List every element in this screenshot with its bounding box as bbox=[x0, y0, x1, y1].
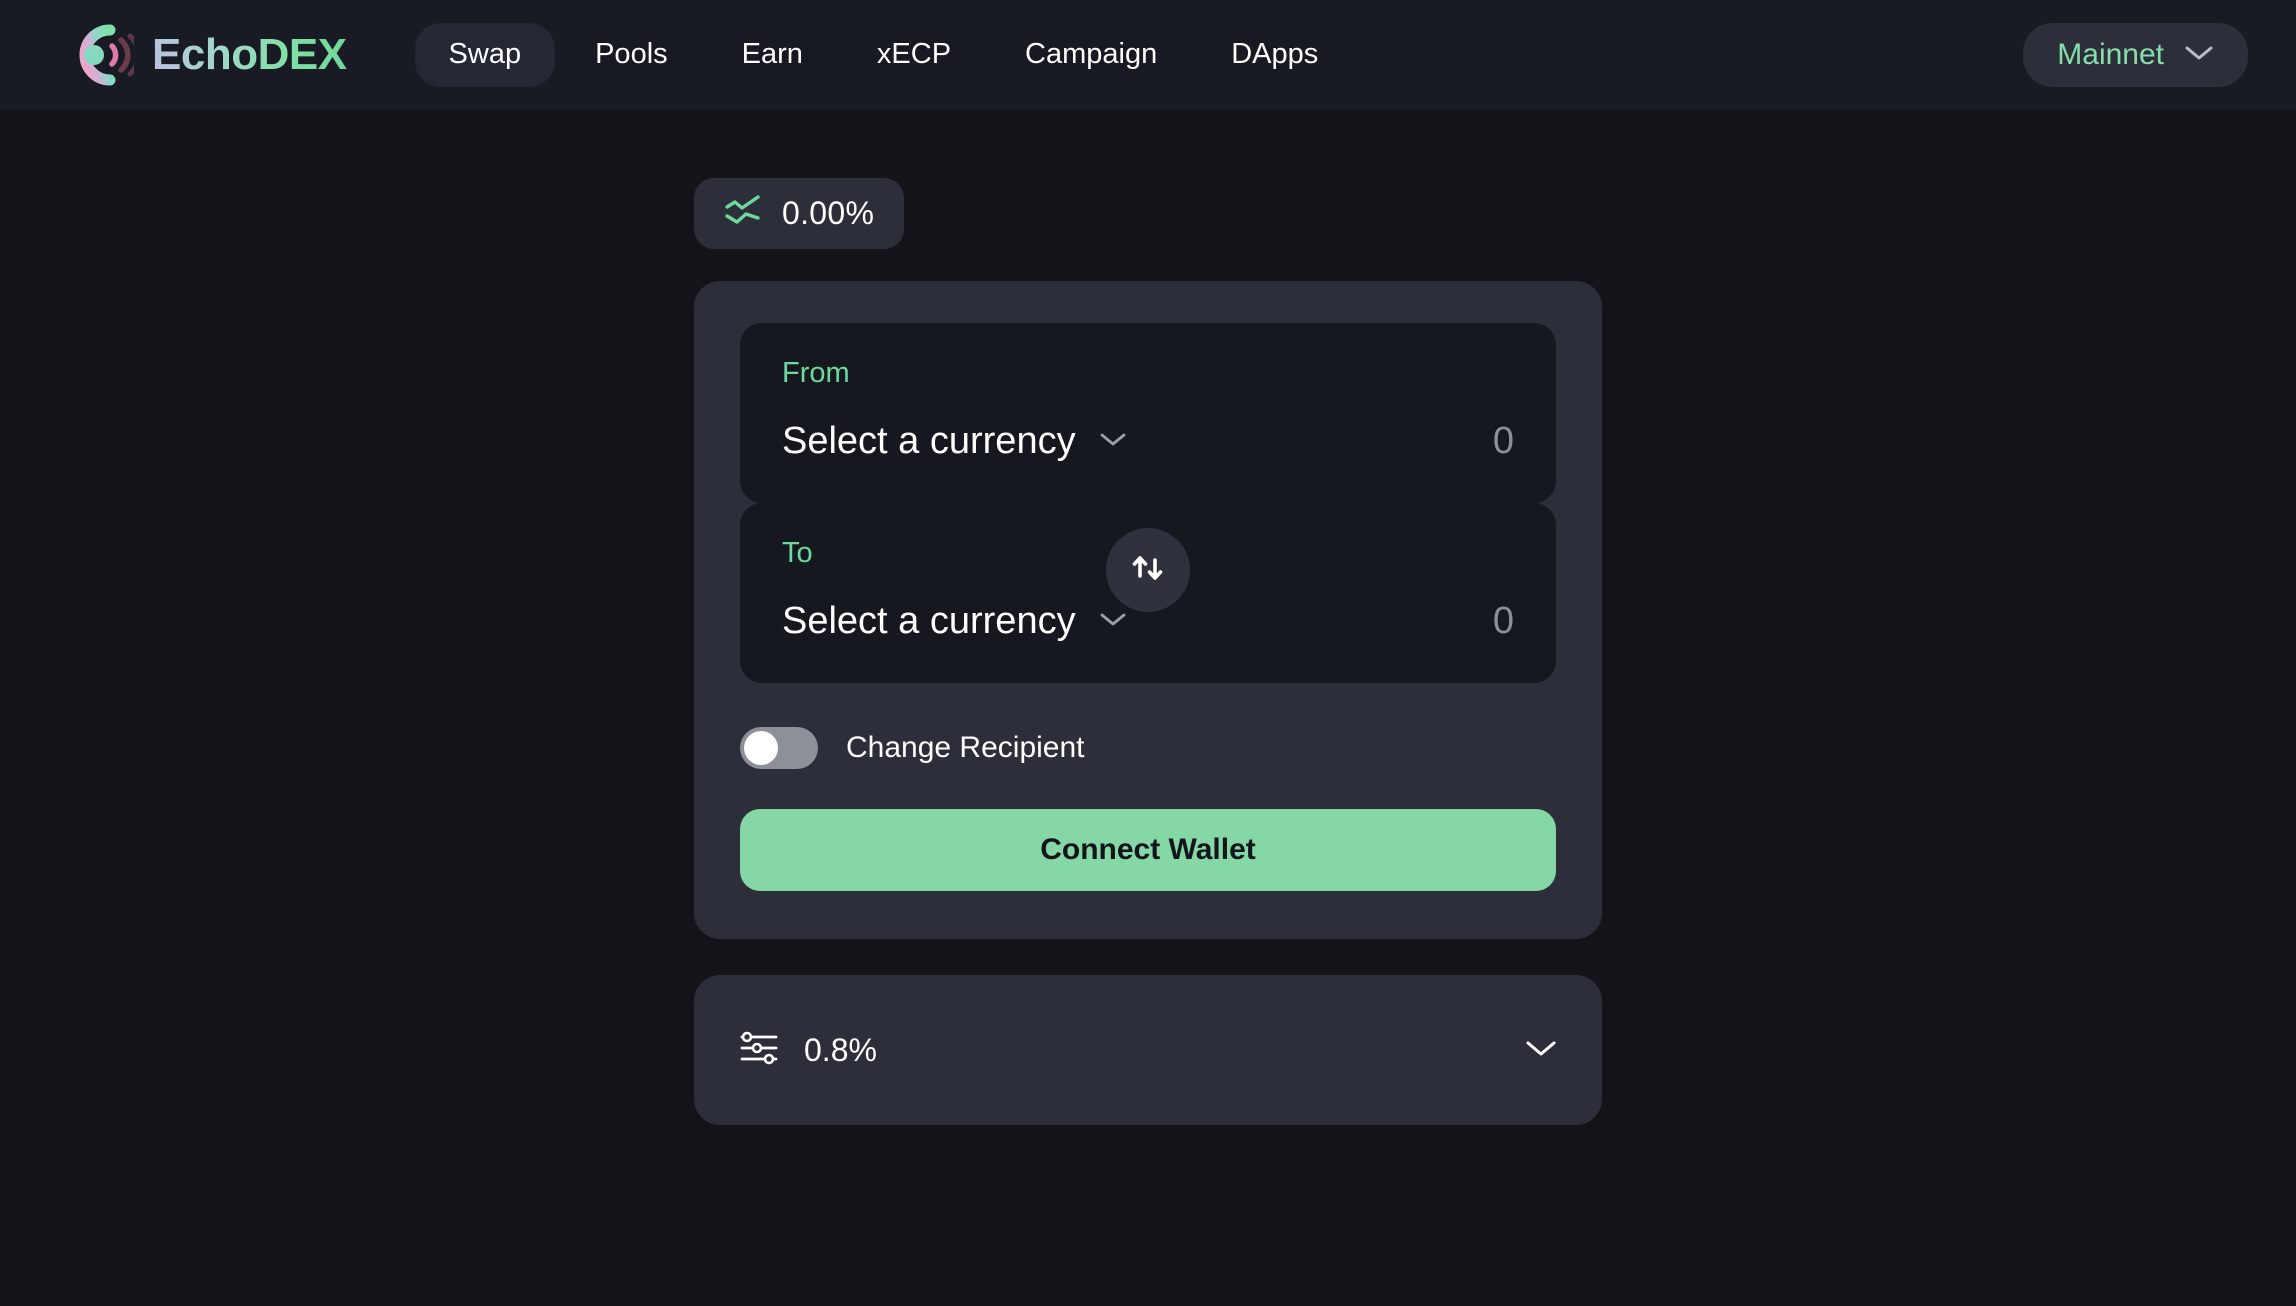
chevron-down-icon bbox=[1098, 430, 1128, 453]
from-amount-input[interactable] bbox=[1174, 420, 1514, 463]
nav-item-swap[interactable]: Swap bbox=[414, 23, 556, 87]
chevron-down-icon bbox=[1098, 610, 1128, 633]
nav-item-label: Campaign bbox=[1025, 38, 1158, 71]
price-chart-icon bbox=[724, 194, 762, 233]
nav-item-campaign[interactable]: Campaign bbox=[991, 23, 1192, 87]
swap-direction-button[interactable] bbox=[1106, 528, 1190, 612]
from-currency-select[interactable]: Select a currency bbox=[782, 419, 1128, 463]
primary-nav: Swap Pools Earn xECP Campaign DApps bbox=[414, 23, 1353, 87]
echo-logo-icon bbox=[60, 18, 134, 92]
network-selector[interactable]: Mainnet bbox=[2023, 23, 2248, 87]
brand-name: EchoDEX bbox=[152, 30, 347, 79]
app-header: EchoDEX Swap Pools Earn xECP Campaign DA… bbox=[0, 0, 2296, 110]
from-panel: From Select a currency bbox=[740, 323, 1556, 503]
main-content: 0.00% From Select a currency 0 To Select… bbox=[0, 110, 2296, 1306]
connect-wallet-button[interactable]: Connect Wallet bbox=[740, 809, 1556, 891]
network-label: Mainnet bbox=[2057, 38, 2164, 71]
toggle-knob bbox=[744, 731, 778, 765]
sliders-icon bbox=[738, 1029, 780, 1072]
to-currency-text: Select a currency bbox=[782, 599, 1076, 642]
swap-column: 0.00% From Select a currency 0 To Select… bbox=[694, 178, 1602, 1125]
slippage-settings-left: 0.8% bbox=[738, 1029, 877, 1072]
nav-item-pools[interactable]: Pools bbox=[561, 23, 702, 87]
swap-vertical-arrows-icon bbox=[1125, 545, 1171, 596]
slippage-settings-panel[interactable]: 0.8% bbox=[694, 975, 1602, 1125]
price-impact-chip[interactable]: 0.00% bbox=[694, 178, 905, 249]
nav-item-label: Swap bbox=[448, 38, 522, 71]
nav-item-dapps[interactable]: DApps bbox=[1197, 23, 1353, 87]
chevron-down-icon bbox=[2184, 44, 2214, 67]
nav-item-label: DApps bbox=[1231, 38, 1319, 71]
to-amount-input[interactable] bbox=[1174, 600, 1514, 643]
change-recipient-toggle[interactable] bbox=[740, 727, 818, 769]
nav-item-label: Pools bbox=[595, 38, 668, 71]
change-recipient-row: Change Recipient bbox=[740, 727, 1556, 769]
change-recipient-label: Change Recipient bbox=[846, 731, 1085, 764]
to-currency-select[interactable]: Select a currency bbox=[782, 599, 1128, 643]
swap-card: From Select a currency 0 To Select a cur… bbox=[694, 281, 1602, 939]
nav-item-label: Earn bbox=[741, 38, 803, 71]
chevron-down-icon[interactable] bbox=[1524, 1038, 1558, 1063]
slippage-value: 0.8% bbox=[804, 1031, 877, 1068]
nav-item-earn[interactable]: Earn bbox=[707, 23, 837, 87]
brand[interactable]: EchoDEX bbox=[60, 18, 347, 92]
from-row: Select a currency bbox=[782, 420, 1514, 463]
price-impact-value: 0.00% bbox=[782, 195, 875, 231]
from-label: From bbox=[782, 357, 850, 389]
nav-item-label: xECP bbox=[876, 38, 952, 71]
from-currency-text: Select a currency bbox=[782, 419, 1076, 462]
nav-item-xecp[interactable]: xECP bbox=[842, 23, 986, 87]
